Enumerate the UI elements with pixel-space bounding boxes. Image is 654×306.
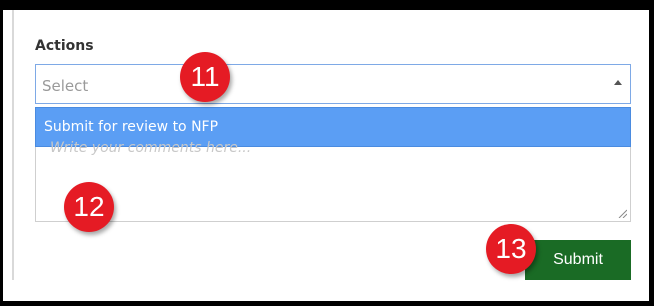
select-value: Select (42, 77, 89, 95)
dropdown-option-label: Submit for review to NFP (44, 119, 219, 135)
panel-divider (12, 10, 14, 280)
comments-placeholder: Write your comments here... (50, 140, 252, 156)
submit-button[interactable]: Submit (525, 240, 631, 280)
step-badge-12: 12 (64, 182, 114, 232)
caret-up-icon (614, 80, 622, 85)
step-badge-11: 11 (180, 52, 230, 102)
actions-select[interactable]: Select (35, 64, 631, 104)
step-badge-13: 13 (486, 224, 536, 274)
resize-grip-icon[interactable] (617, 208, 627, 218)
actions-label: Actions (35, 38, 94, 54)
comments-textarea[interactable]: Write your comments here... (35, 140, 631, 222)
